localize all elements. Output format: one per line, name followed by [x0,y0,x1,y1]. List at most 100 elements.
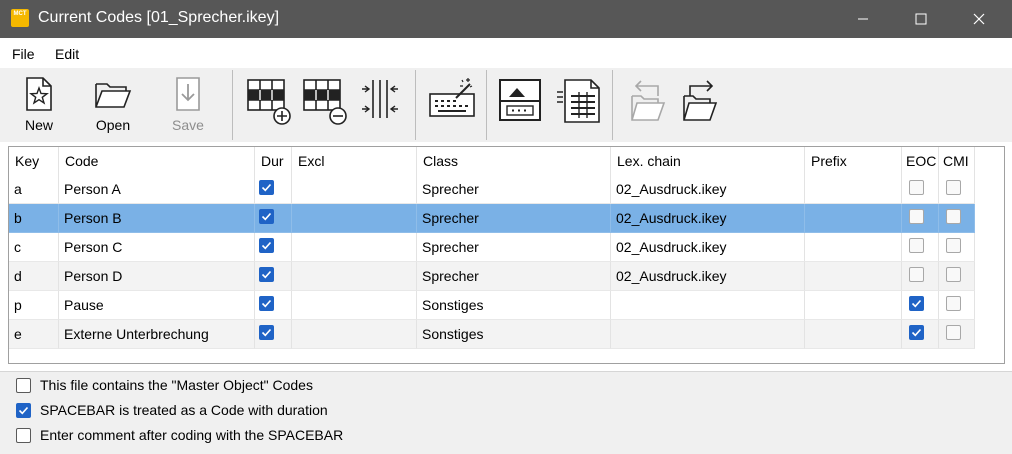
cell-lex-chain[interactable]: 02_Ausdruck.ikey [611,175,805,204]
toolbar: New Open Save [0,68,1012,142]
open-button[interactable]: Open [82,68,144,142]
column-width-button[interactable] [352,68,408,142]
cell-prefix[interactable] [805,291,902,320]
maximize-button[interactable] [898,0,944,38]
table-add-icon [247,79,291,125]
column-header-dur[interactable]: Dur [255,147,292,175]
toolbar-separator [612,70,613,140]
cmi-checkbox[interactable] [946,209,961,224]
column-header-prefix[interactable]: Prefix [805,147,902,175]
dur-checkbox[interactable] [259,296,274,311]
cell-code[interactable]: Person D [59,262,255,291]
minimize-icon [858,18,868,20]
cell-code[interactable]: Externe Unterbrechung [59,320,255,349]
cell-key[interactable]: p [9,291,59,320]
dur-checkbox[interactable] [259,209,274,224]
column-header-eoc[interactable]: EOC [902,147,939,175]
cmi-checkbox[interactable] [946,180,961,195]
eoc-checkbox[interactable] [909,267,924,282]
checkbox-box[interactable] [16,378,31,393]
cell-prefix[interactable] [805,204,902,233]
cell-class[interactable]: Sonstiges [417,291,611,320]
toolbar-separator [415,70,416,140]
cell-class[interactable]: Sprecher [417,175,611,204]
cmi-checkbox[interactable] [946,296,961,311]
cmi-checkbox[interactable] [946,325,961,340]
export-button[interactable] [674,68,728,142]
cmi-checkbox[interactable] [946,267,961,282]
close-button[interactable] [956,0,1002,38]
table-row[interactable]: d Person D Sprecher 02_Ausdruck.ikey [9,262,975,291]
menu-edit[interactable]: Edit [55,46,79,62]
dur-checkbox[interactable] [259,325,274,340]
checkbox-box[interactable] [16,403,31,418]
cell-class[interactable]: Sprecher [417,262,611,291]
column-header-class[interactable]: Class [417,147,611,175]
dur-checkbox[interactable] [259,180,274,195]
table-row[interactable]: a Person A Sprecher 02_Ausdruck.ikey [9,175,975,204]
cell-excl[interactable] [292,204,417,233]
cell-lex-chain[interactable]: 02_Ausdruck.ikey [611,204,805,233]
table-row[interactable]: c Person C Sprecher 02_Ausdruck.ikey [9,233,975,262]
dur-checkbox[interactable] [259,238,274,253]
eoc-cell [902,262,939,291]
column-header-cmi[interactable]: CMI [939,147,975,175]
cell-excl[interactable] [292,262,417,291]
cell-key[interactable]: a [9,175,59,204]
cell-code[interactable]: Person B [59,204,255,233]
eoc-checkbox[interactable] [909,296,924,311]
column-header-code[interactable]: Code [59,147,255,175]
cell-lex-chain[interactable] [611,291,805,320]
keyboard-magic-button[interactable] [422,68,480,142]
cell-excl[interactable] [292,320,417,349]
cell-lex-chain[interactable]: 02_Ausdruck.ikey [611,262,805,291]
eoc-checkbox[interactable] [909,325,924,340]
cell-key[interactable]: b [9,204,59,233]
table-row[interactable]: b Person B Sprecher 02_Ausdruck.ikey [9,204,975,233]
column-header-excl[interactable]: Excl [292,147,417,175]
cell-excl[interactable] [292,175,417,204]
cell-prefix[interactable] [805,320,902,349]
codes-table[interactable]: Key Code Dur Excl Class Lex. chain Prefi… [8,146,1005,364]
new-button[interactable]: New [10,68,68,142]
cell-excl[interactable] [292,233,417,262]
eoc-checkbox[interactable] [909,209,924,224]
eoc-cell [902,320,939,349]
cell-key[interactable]: e [9,320,59,349]
table-row[interactable]: e Externe Unterbrechung Sonstiges [9,320,975,349]
cell-code[interactable]: Person A [59,175,255,204]
menu-file[interactable]: File [12,46,35,62]
eoc-checkbox[interactable] [909,180,924,195]
cell-key[interactable]: c [9,233,59,262]
cell-class[interactable]: Sprecher [417,204,611,233]
import-button[interactable] [620,68,674,142]
minimize-button[interactable] [840,0,886,38]
dur-checkbox[interactable] [259,267,274,282]
add-code-button[interactable] [240,68,296,142]
eoc-checkbox[interactable] [909,238,924,253]
column-header-lex-chain[interactable]: Lex. chain [611,147,805,175]
table-row[interactable]: p Pause Sonstiges [9,291,975,320]
title-bar[interactable]: MCT Current Codes [01_Sprecher.ikey] [0,0,1012,38]
save-button[interactable]: Save [160,68,216,142]
cmi-checkbox[interactable] [946,238,961,253]
cell-excl[interactable] [292,291,417,320]
cmi-cell [939,262,975,291]
cell-code[interactable]: Person C [59,233,255,262]
cell-code[interactable]: Pause [59,291,255,320]
toolbar-separator [232,70,233,140]
cell-class[interactable]: Sonstiges [417,320,611,349]
remove-code-button[interactable] [296,68,352,142]
code-list-button[interactable] [550,68,608,142]
cell-prefix[interactable] [805,175,902,204]
column-header-key[interactable]: Key [9,147,59,175]
cell-lex-chain[interactable]: 02_Ausdruck.ikey [611,233,805,262]
checkbox-box[interactable] [16,428,31,443]
maximize-icon [915,13,927,25]
keyboard-layout-button[interactable] [492,68,550,142]
cell-key[interactable]: d [9,262,59,291]
cell-lex-chain[interactable] [611,320,805,349]
cell-prefix[interactable] [805,233,902,262]
cell-prefix[interactable] [805,262,902,291]
cell-class[interactable]: Sprecher [417,233,611,262]
